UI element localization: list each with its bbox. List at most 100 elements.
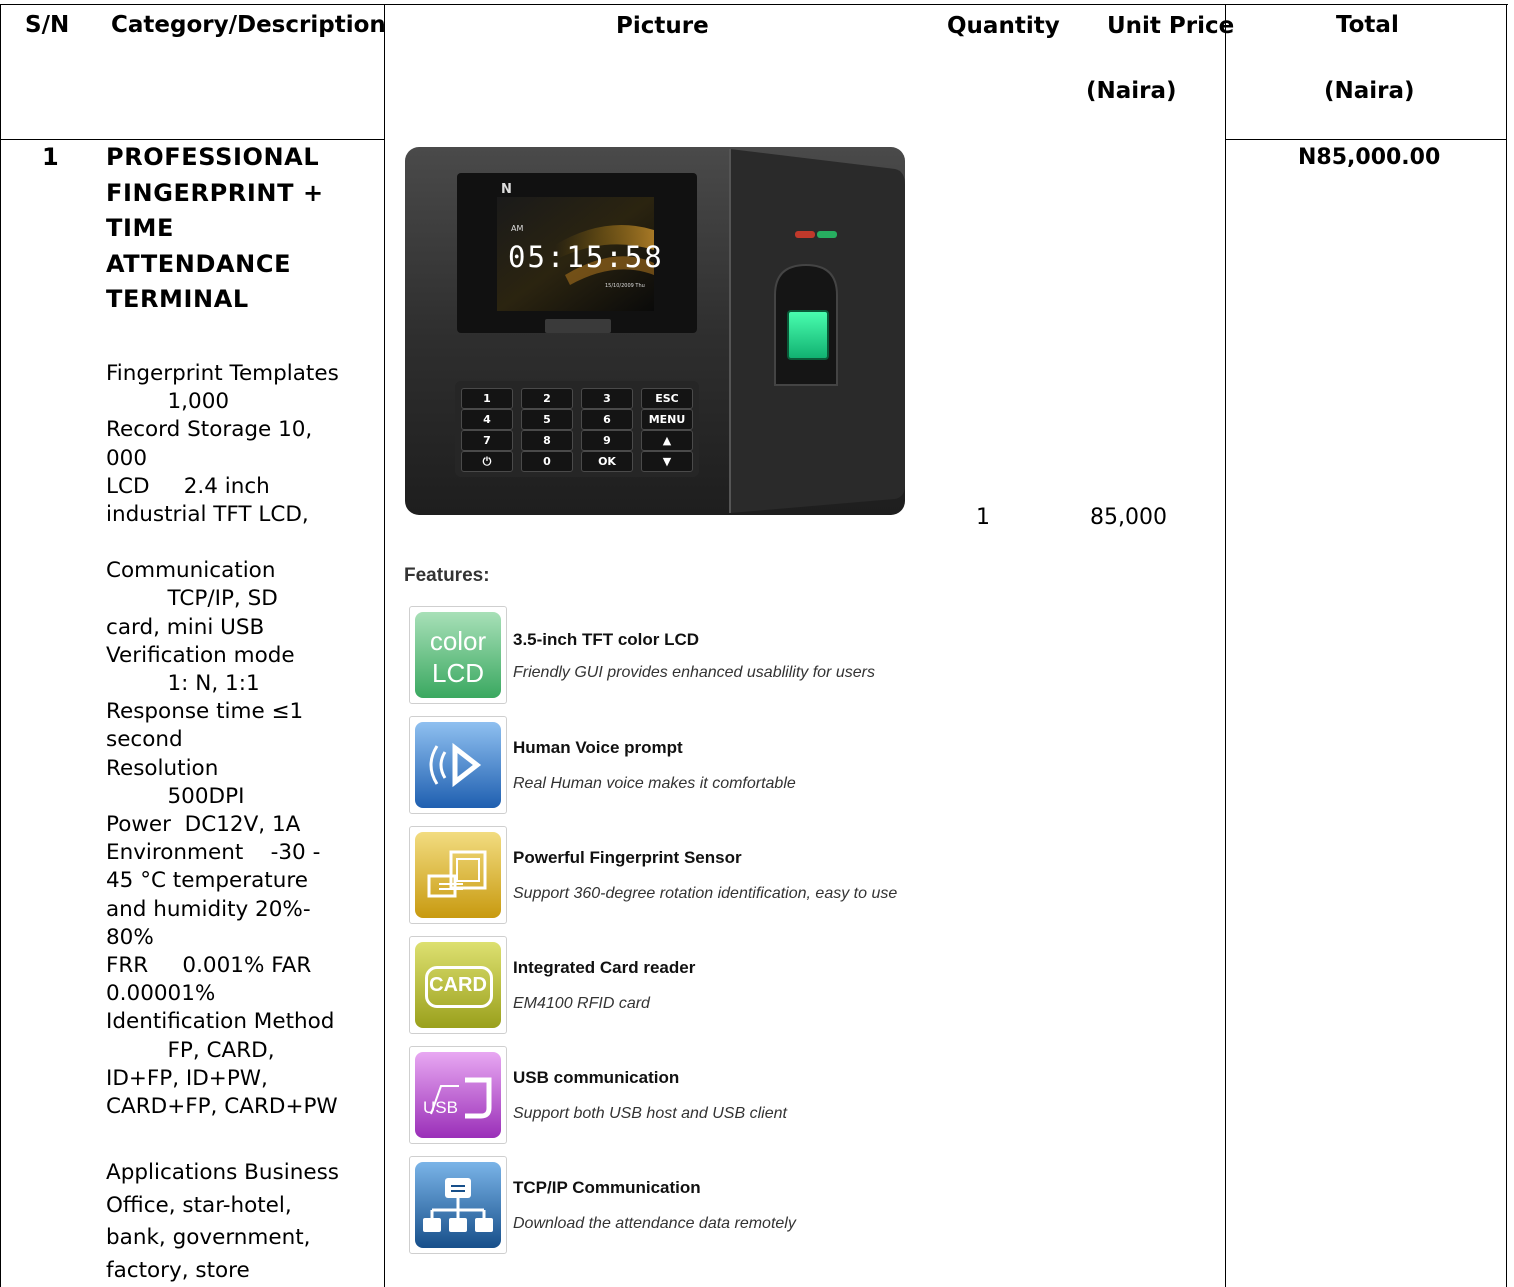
feature-subtitle: Friendly GUI provides enhanced usablilit… <box>513 664 875 681</box>
product-title: PROFESSIONAL FINGERPRINT + TIME ATTENDAN… <box>106 140 324 318</box>
table-top-border <box>0 4 1508 5</box>
card-icon-text: CARD <box>429 974 487 996</box>
keypad-key: 4 <box>461 409 513 430</box>
color-lcd-icon-text: LCD <box>431 658 484 688</box>
item-quantity: 1 <box>976 505 990 530</box>
spec-line: FRR 0.001% FAR <box>106 953 312 979</box>
header-unit-price: Unit Price <box>1107 13 1235 39</box>
network-icon-tile <box>415 1162 501 1248</box>
header-total-currency: (Naira) <box>1324 78 1415 104</box>
fingerprint-sensor-icon-tile <box>415 832 501 918</box>
table-right-border <box>1506 4 1507 1287</box>
screen-date: 15/10/2009 Thu <box>605 283 645 289</box>
item-sn: 1 <box>42 143 60 171</box>
speaker-icon-tile <box>415 722 501 808</box>
header-unit-price-currency: (Naira) <box>1086 78 1177 104</box>
network-icon <box>409 1156 507 1254</box>
column-divider-description <box>384 4 385 1287</box>
features-heading: Features: <box>404 565 490 586</box>
card-icon: CARD <box>409 936 507 1034</box>
product-applications: Applications Business Office, star-hotel… <box>106 1157 339 1287</box>
feature-title: Integrated Card reader <box>513 958 696 977</box>
spec-line: 1,000 <box>106 389 230 415</box>
keypad-key: MENU <box>641 409 693 430</box>
spec-line: 45 °C temperature <box>106 868 308 894</box>
spec-line: Communication <box>106 558 276 584</box>
column-divider-total <box>1225 4 1226 1287</box>
feature-subtitle: Support both USB host and USB client <box>513 1105 787 1122</box>
spec-line: 1: N, 1:1 <box>106 671 260 697</box>
screen-indicator-bar <box>545 319 611 333</box>
usb-glyph <box>430 1077 492 1119</box>
applications-line: Office, star-hotel, <box>106 1192 292 1218</box>
spec-line: 500DPI <box>106 783 245 809</box>
spec-line: Response time ≤1 <box>106 699 304 725</box>
keypad-key: 5 <box>521 409 573 430</box>
keypad-key: 0 <box>521 451 573 472</box>
keypad-key: OK <box>581 451 633 472</box>
keypad-key: 1 <box>461 388 513 409</box>
spec-line: 000 <box>106 445 148 471</box>
feature-subtitle: Support 360-degree rotation identificati… <box>513 885 898 902</box>
spec-line: Power DC12V, 1A <box>106 812 301 838</box>
spec-line: industrial TFT LCD, <box>106 502 309 528</box>
fingerprint-sensor-glyph <box>427 850 487 898</box>
status-led-red <box>795 231 815 238</box>
spec-line: LCD 2.4 inch <box>106 473 270 499</box>
fingerprint-sensor-icon <box>409 826 507 924</box>
keypad-key: ⏻ <box>461 451 513 472</box>
screen-am: AM <box>511 224 523 233</box>
keypad-key: 2 <box>521 388 573 409</box>
product-specifications: Fingerprint Templates 1,000 Record Stora… <box>106 360 339 1121</box>
usb-icon-tile: USB <box>415 1052 501 1138</box>
keypad-key: 8 <box>521 430 573 451</box>
feature-title: Human Voice prompt <box>513 738 683 757</box>
spec-line: CARD+FP, CARD+PW <box>106 1094 338 1120</box>
feature-subtitle: EM4100 RFID card <box>513 995 650 1012</box>
spec-line: FP, CARD, <box>106 1037 275 1063</box>
header-picture: Picture <box>616 13 709 39</box>
speaker-icon <box>409 716 507 814</box>
card-icon-tile: CARD <box>415 942 501 1028</box>
spec-line: Identification Method <box>106 1009 335 1035</box>
screen-time: 05:15:58 <box>508 240 664 274</box>
spec-line: 80% <box>106 924 154 950</box>
item-unit-price: 85,000 <box>1090 505 1167 530</box>
keypad-key: 3 <box>581 388 633 409</box>
network-glyph <box>423 1178 493 1232</box>
product-title-line: TERMINAL <box>106 285 249 313</box>
applications-line: Applications Business <box>106 1160 339 1185</box>
spec-line <box>106 529 339 557</box>
spec-line: ID+FP, ID+PW, <box>106 1065 268 1091</box>
keypad-key: 6 <box>581 409 633 430</box>
keypad-key: 7 <box>461 430 513 451</box>
spec-line: Environment -30 - <box>106 840 321 866</box>
header-sn: S/N <box>25 12 70 38</box>
feature-title: 3.5-inch TFT color LCD <box>513 630 700 649</box>
keypad-key: ▼ <box>641 451 693 472</box>
usb-icon: USB <box>409 1046 507 1144</box>
header-quantity: Quantity <box>947 13 1060 39</box>
color-lcd-icon-tile: color LCD <box>415 612 501 698</box>
header-total: Total <box>1336 12 1399 38</box>
screen-logo: N <box>501 182 512 197</box>
spec-line: and humidity 20%- <box>106 896 311 922</box>
usb-icon-text: USB <box>423 1098 458 1117</box>
spec-line: Verification mode <box>106 642 295 668</box>
table-left-border <box>0 4 1 1287</box>
header-category: Category/Description <box>111 12 386 38</box>
spec-line: Record Storage 10, <box>106 417 313 443</box>
speaker-glyph <box>429 742 482 788</box>
product-title-line: TIME <box>106 214 174 242</box>
attendance-terminal-picture: N AM 05:15:58 15/10/2009 Thu 1 2 3 ESC 4… <box>405 145 910 517</box>
product-title-line: FINGERPRINT + <box>106 178 324 207</box>
spec-line: second <box>106 727 183 753</box>
header-row-bottom-right <box>1225 139 1507 140</box>
keypad-key: 9 <box>581 430 633 451</box>
applications-line: factory, store <box>106 1257 250 1283</box>
spec-line: 0.00001% <box>106 981 216 1007</box>
product-title-line: PROFESSIONAL <box>106 143 320 171</box>
product-title-line: ATTENDANCE <box>106 249 292 278</box>
fingerprint-sensor <box>787 310 829 360</box>
status-led-green <box>817 231 837 238</box>
